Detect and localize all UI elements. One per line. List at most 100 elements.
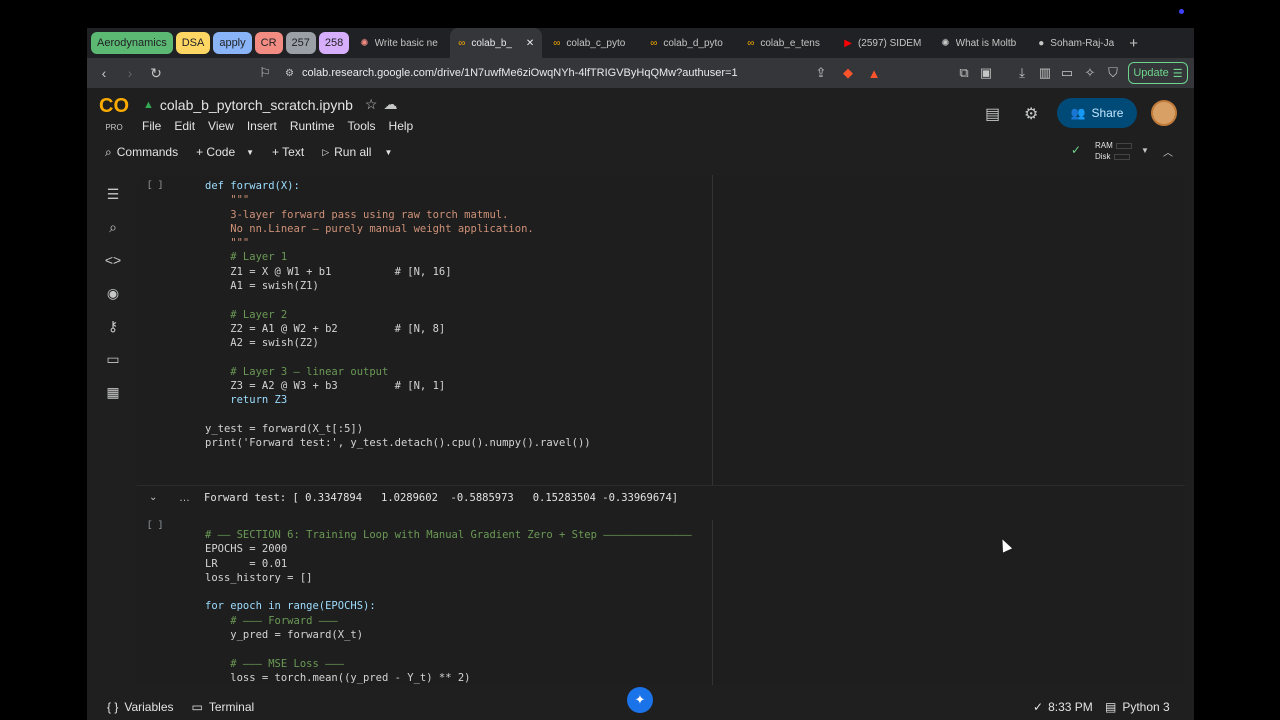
check-icon: ✓ bbox=[1071, 143, 1082, 157]
menu-file[interactable]: File bbox=[142, 119, 161, 133]
ram-label: RAM bbox=[1095, 141, 1113, 150]
tab-group-257[interactable]: 257 bbox=[285, 32, 316, 54]
tab-group-cr[interactable]: CR bbox=[254, 32, 283, 54]
folder-icon[interactable]: ▭ bbox=[104, 350, 122, 368]
code-line: No nn.Linear — purely manual weight appl… bbox=[205, 222, 534, 235]
menu-view[interactable]: View bbox=[208, 119, 234, 133]
chevron-up-icon[interactable]: ︿ bbox=[1163, 144, 1173, 159]
gear-icon[interactable]: ⚙ bbox=[1024, 104, 1038, 124]
add-text-button[interactable]: + Text bbox=[272, 145, 304, 159]
extensions-icon[interactable]: ⧉ bbox=[954, 63, 974, 83]
star-icon[interactable]: ☆ bbox=[365, 96, 378, 113]
more-icon[interactable]: … bbox=[179, 492, 190, 504]
tab-group-dsa[interactable]: DSA bbox=[175, 32, 211, 54]
colab-logo[interactable]: CO PRO bbox=[97, 96, 131, 132]
variables-label: Variables bbox=[124, 699, 174, 714]
menu-help[interactable]: Help bbox=[389, 119, 414, 133]
tab[interactable]: ▶ (2597) SIDEM bbox=[836, 28, 930, 58]
screenshot-icon[interactable]: ▣ bbox=[976, 63, 996, 83]
chevron-down-icon[interactable]: ▼ bbox=[384, 148, 392, 157]
tab-group-apply[interactable]: apply bbox=[213, 32, 252, 54]
code-line: """ bbox=[205, 194, 250, 207]
code-line: def forward(X): bbox=[205, 180, 300, 192]
code-line: loss_history = [] bbox=[205, 571, 313, 584]
share-button[interactable]: 👥 Share bbox=[1057, 98, 1137, 128]
bookmark-icon[interactable]: ⚐ bbox=[255, 63, 275, 83]
colab-icon: ∞ bbox=[747, 37, 755, 49]
toc-icon[interactable]: ☰ bbox=[104, 185, 122, 203]
colab-icon: ∞ bbox=[458, 37, 466, 49]
find-icon[interactable]: ⌕ bbox=[104, 218, 122, 236]
terminal-icon: ▭ bbox=[191, 699, 203, 714]
url-field[interactable]: ⚙ colab.research.google.com/drive/1N7uwf… bbox=[285, 62, 840, 84]
brave-rewards-icon[interactable]: ▲ bbox=[864, 63, 884, 83]
menu-runtime[interactable]: Runtime bbox=[290, 119, 335, 133]
menu-insert[interactable]: Insert bbox=[247, 119, 277, 133]
comments-icon[interactable]: ▤ bbox=[985, 104, 1000, 124]
download-icon[interactable]: ⤓ bbox=[1012, 63, 1032, 83]
exec-status[interactable]: ✓ 8:33 PM bbox=[1033, 700, 1093, 714]
leo-icon[interactable]: ✧ bbox=[1080, 63, 1100, 83]
new-tab-icon[interactable]: + bbox=[1129, 35, 1138, 52]
tab-group-258[interactable]: 258 bbox=[318, 32, 350, 54]
terminal-button[interactable]: ▭ Terminal bbox=[192, 700, 255, 714]
notebook-title[interactable]: colab_b_pytorch_scratch.ipynb bbox=[160, 97, 353, 113]
close-icon[interactable]: ✕ bbox=[526, 38, 534, 49]
people-icon: 👥 bbox=[1070, 106, 1086, 120]
runtime-indicator[interactable]: ▤ Python 3 bbox=[1105, 700, 1170, 714]
code-cell[interactable]: [ ] # —— SECTION 6: Training Loop with M… bbox=[137, 520, 1185, 685]
forward-icon[interactable]: › bbox=[119, 62, 141, 84]
commands-button[interactable]: ⌕ Commands bbox=[105, 145, 178, 160]
code-editor[interactable]: def forward(X): """ 3-layer forward pass… bbox=[170, 175, 713, 485]
colab-icon: ∞ bbox=[553, 37, 561, 49]
tab[interactable]: ∞ colab_c_pyto bbox=[545, 28, 639, 58]
chevron-down-icon[interactable]: ▼ bbox=[1141, 146, 1149, 155]
cloud-icon[interactable]: ☁ bbox=[383, 96, 397, 113]
chevron-down-icon[interactable]: ▼ bbox=[246, 148, 254, 157]
code-editor[interactable]: # —— SECTION 6: Training Loop with Manua… bbox=[170, 520, 713, 685]
update-button[interactable]: Update ☰ bbox=[1128, 62, 1188, 84]
code-cell[interactable]: [ ] ▶ def forward(X): """ 3-layer forwar… bbox=[137, 175, 1185, 485]
tab-active[interactable]: ∞ colab_b_ ✕ bbox=[450, 28, 543, 58]
site-info-icon[interactable]: ⚙ bbox=[285, 68, 294, 79]
avatar[interactable] bbox=[1151, 100, 1177, 126]
vpn-icon[interactable]: ⛉ bbox=[1103, 63, 1123, 83]
cell-gutter: [ ] bbox=[147, 520, 164, 530]
brave-shield-icon[interactable]: ◆ bbox=[838, 63, 858, 83]
wallet-icon[interactable]: ▭ bbox=[1057, 63, 1077, 83]
tab[interactable]: ● Soham-Raj-Ja bbox=[1030, 28, 1124, 58]
openai-icon: ✺ bbox=[941, 37, 950, 49]
run-all-button[interactable]: ▷ Run all ▼ bbox=[322, 145, 392, 159]
tab[interactable]: ✺ Write basic ne bbox=[352, 28, 447, 58]
code-line: LR = 0.01 bbox=[205, 557, 288, 570]
code-line: """ bbox=[205, 237, 250, 250]
chevron-down-icon[interactable]: ⌄ bbox=[149, 492, 157, 503]
menu-tools[interactable]: Tools bbox=[348, 119, 376, 133]
exec-time: 8:33 PM bbox=[1048, 699, 1093, 714]
back-icon[interactable]: ‹ bbox=[93, 62, 115, 84]
variables-button[interactable]: { } Variables bbox=[107, 700, 174, 714]
share-page-icon[interactable]: ⇪ bbox=[811, 63, 831, 83]
code-line: for epoch in range(EPOCHS): bbox=[205, 600, 376, 613]
secrets-eye-icon[interactable]: ◉ bbox=[104, 284, 122, 302]
url-text: colab.research.google.com/drive/1N7uwfMe… bbox=[301, 67, 738, 79]
tab[interactable]: ✺ What is Moltb bbox=[933, 28, 1027, 58]
table-icon[interactable]: ▦ bbox=[104, 383, 122, 401]
sidebar-icon[interactable]: ▥ bbox=[1035, 63, 1055, 83]
tab-group-aerodynamics[interactable]: Aerodynamics bbox=[91, 32, 173, 54]
tab[interactable]: ∞ colab_e_tens bbox=[739, 28, 833, 58]
cell-output: ⌄ … Forward test: [ 0.3347894 1.0289602 … bbox=[137, 485, 1185, 509]
code-snippets-icon[interactable]: <> bbox=[104, 251, 122, 269]
tab-title: What is Moltb bbox=[955, 37, 1017, 49]
add-code-button[interactable]: + Code ▼ bbox=[196, 145, 254, 159]
key-icon[interactable]: ⚷ bbox=[104, 317, 122, 335]
gemini-button[interactable]: ✦ bbox=[627, 687, 653, 713]
text-label: + Text bbox=[272, 145, 305, 159]
resource-indicator[interactable]: RAM Disk bbox=[1095, 140, 1132, 162]
menu-edit[interactable]: Edit bbox=[174, 119, 195, 133]
code-label: + Code bbox=[196, 145, 236, 159]
reload-icon[interactable]: ↻ bbox=[145, 62, 167, 84]
tab[interactable]: ∞ colab_d_pyto bbox=[642, 28, 736, 58]
code-line: y_pred = forward(X_t) bbox=[205, 629, 364, 642]
